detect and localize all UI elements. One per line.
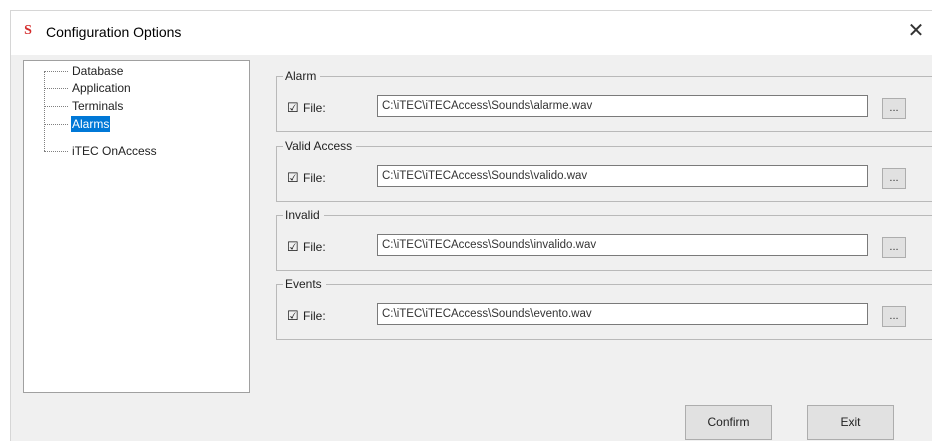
tree-item-label: Alarms	[71, 116, 111, 132]
tree-item-label: iTEC OnAccess	[72, 144, 157, 158]
group-invalid: Invalid ☑ File: C:\iTEC\iTECAccess\Sound…	[276, 207, 932, 271]
confirm-button[interactable]: Confirm	[685, 405, 772, 440]
file-path-field[interactable]: C:\iTEC\iTECAccess\Sounds\invalido.wav	[377, 234, 868, 256]
group-alarm: Alarm ☑ File: C:\iTEC\iTECAccess\Sounds\…	[276, 68, 932, 132]
file-path-field[interactable]: C:\iTEC\iTECAccess\Sounds\evento.wav	[377, 303, 868, 325]
group-valid-access: Valid Access ☑ File: C:\iTEC\iTECAccess\…	[276, 138, 932, 202]
group-title: Events	[283, 276, 326, 292]
file-checkbox[interactable]: ☑	[287, 309, 300, 322]
group-title: Valid Access	[283, 138, 357, 154]
close-icon[interactable]: ✕	[902, 17, 930, 45]
browse-button[interactable]: ...	[882, 306, 906, 327]
browse-button[interactable]: ...	[882, 168, 906, 189]
file-path-field[interactable]: C:\iTEC\iTECAccess\Sounds\valido.wav	[377, 165, 868, 187]
options-tree: Database Application Terminals Alarms iT…	[23, 60, 250, 393]
browse-button[interactable]: ...	[882, 98, 906, 119]
file-label: File:	[303, 171, 326, 185]
tree-connector-line	[44, 71, 45, 151]
group-events: Events ☑ File: C:\iTEC\iTECAccess\Sounds…	[276, 276, 932, 340]
exit-button[interactable]: Exit	[807, 405, 894, 440]
file-checkbox[interactable]: ☑	[287, 240, 300, 253]
browse-button[interactable]: ...	[882, 237, 906, 258]
file-checkbox[interactable]: ☑	[287, 101, 300, 114]
file-label: File:	[303, 240, 326, 254]
config-window: S Configuration Options ✕ Database Appli…	[10, 10, 932, 441]
file-label: File:	[303, 309, 326, 323]
title-bar: S Configuration Options ✕	[11, 11, 932, 55]
group-title: Invalid	[283, 207, 324, 223]
file-path-field[interactable]: C:\iTEC\iTECAccess\Sounds\alarme.wav	[377, 95, 868, 117]
app-s-icon: S	[24, 23, 32, 38]
tree-item-label: Terminals	[72, 99, 124, 113]
window-title: Configuration Options	[46, 24, 182, 40]
file-checkbox[interactable]: ☑	[287, 171, 300, 184]
tree-item-label: Application	[72, 81, 131, 95]
file-label: File:	[303, 101, 326, 115]
group-title: Alarm	[283, 68, 321, 84]
tree-item-label: Database	[72, 64, 124, 78]
